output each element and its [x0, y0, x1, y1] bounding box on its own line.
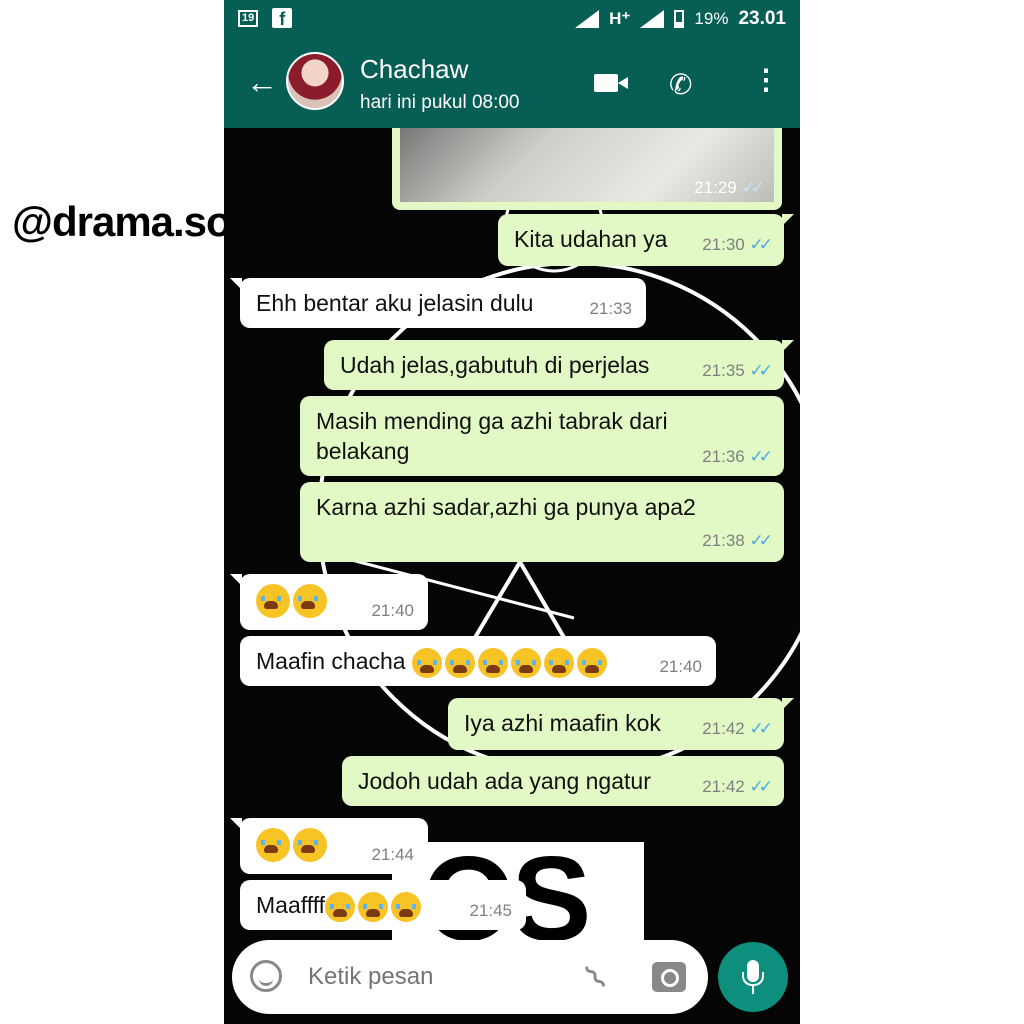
loudly-crying-face-icon: [444, 647, 475, 678]
more-options-icon[interactable]: ⋮: [752, 66, 780, 94]
contact-name[interactable]: Chachaw: [360, 54, 468, 85]
battery-icon: [674, 10, 685, 28]
message-text: Kita udahan ya: [514, 226, 668, 252]
video-call-icon[interactable]: [594, 74, 628, 92]
avatar[interactable]: [286, 52, 344, 110]
loudly-crying-face-icon: [293, 828, 327, 862]
message-bubble[interactable]: Maaffff 21:45: [240, 880, 526, 930]
status-bar: 19 f H⁺ 19% 23.01: [224, 0, 800, 38]
emoji-icon[interactable]: [250, 960, 282, 992]
message-bubble[interactable]: Masih mending ga azhi tabrak dari belaka…: [300, 396, 784, 476]
message-input[interactable]: [306, 962, 570, 992]
camera-icon[interactable]: [652, 962, 686, 992]
message-time: 21:38 ✓✓: [702, 531, 773, 550]
message-bubble[interactable]: Ehh bentar aku jelasin dulu 21:33: [230, 278, 646, 328]
message-time: 21:35 ✓✓: [702, 361, 773, 380]
message-input-bar: ⌇: [232, 940, 708, 1014]
back-arrow-icon[interactable]: ←: [246, 66, 278, 98]
signal-icon: [640, 10, 665, 28]
loudly-crying-face-icon: [391, 891, 422, 922]
message-text: Maaffff: [256, 892, 326, 918]
microphone-button[interactable]: [718, 942, 788, 1012]
message-text: Masih mending ga azhi tabrak dari belaka…: [316, 408, 668, 464]
message-time: 21:45: [469, 901, 512, 920]
loudly-crying-face-icon: [256, 828, 290, 862]
message-bubble[interactable]: Udah jelas,gabutuh di perjelas 21:35 ✓✓: [324, 340, 794, 390]
message-time: 21:29 ✓✓: [694, 178, 765, 197]
message-bubble[interactable]: Kita udahan ya 21:30 ✓✓: [498, 214, 794, 266]
loudly-crying-face-icon: [576, 647, 607, 678]
message-time: 21:40: [659, 657, 702, 676]
message-time: 21:44: [371, 845, 414, 864]
status-time: 23.01: [738, 8, 786, 29]
attachment-icon[interactable]: ⌇: [577, 957, 615, 998]
message-bubble[interactable]: Iya azhi maafin kok 21:42 ✓✓: [448, 698, 794, 750]
message-text: Ehh bentar aku jelasin dulu: [256, 290, 534, 316]
message-text: Jodoh udah ada yang ngatur: [358, 768, 651, 794]
microphone-icon: [742, 960, 764, 994]
loudly-crying-face-icon: [358, 891, 389, 922]
message-time: 21:30 ✓✓: [702, 235, 773, 254]
image-message[interactable]: 21:29 ✓✓: [392, 128, 782, 210]
chat-header: ← Chachaw hari ini pukul 08:00 ✆ ⋮: [224, 38, 800, 128]
phone-call-icon[interactable]: ✆: [669, 68, 692, 101]
loudly-crying-face-icon: [256, 584, 290, 618]
message-time: 21:40: [371, 601, 414, 620]
message-bubble[interactable]: 21:44: [230, 818, 428, 874]
battery-percent: 19%: [694, 9, 729, 28]
message-time: 21:33: [589, 299, 632, 318]
message-time: 21:42 ✓✓: [702, 777, 773, 796]
phone-screen: 19 f H⁺ 19% 23.01 ← Chachaw hari ini puk…: [224, 0, 800, 1024]
facebook-icon: f: [272, 8, 293, 29]
message-time: 21:42 ✓✓: [702, 719, 773, 738]
last-seen: hari ini pukul 08:00: [360, 92, 520, 113]
network-type: H⁺: [609, 9, 631, 28]
sim-badge: 19: [238, 9, 259, 27]
message-text: Karna azhi sadar,azhi ga punya apa2: [316, 494, 696, 520]
message-text: Udah jelas,gabutuh di perjelas: [340, 352, 650, 378]
loudly-crying-face-icon: [411, 647, 442, 678]
message-bubble[interactable]: Karna azhi sadar,azhi ga punya apa2 21:3…: [300, 482, 784, 562]
message-time: 21:36 ✓✓: [702, 447, 773, 466]
loudly-crying-face-icon: [477, 647, 508, 678]
message-text: Iya azhi maafin kok: [464, 710, 661, 736]
message-bubble[interactable]: Jodoh udah ada yang ngatur 21:42 ✓✓: [342, 756, 784, 806]
loudly-crying-face-icon: [510, 647, 541, 678]
loudly-crying-face-icon: [543, 647, 574, 678]
message-bubble[interactable]: Maafin chacha 21:40: [240, 636, 716, 686]
message-text: Maafin chacha: [256, 648, 406, 674]
loudly-crying-face-icon: [325, 891, 356, 922]
loudly-crying-face-icon: [293, 584, 327, 618]
signal-icon: [575, 10, 600, 28]
message-bubble[interactable]: 21:40: [230, 574, 428, 630]
